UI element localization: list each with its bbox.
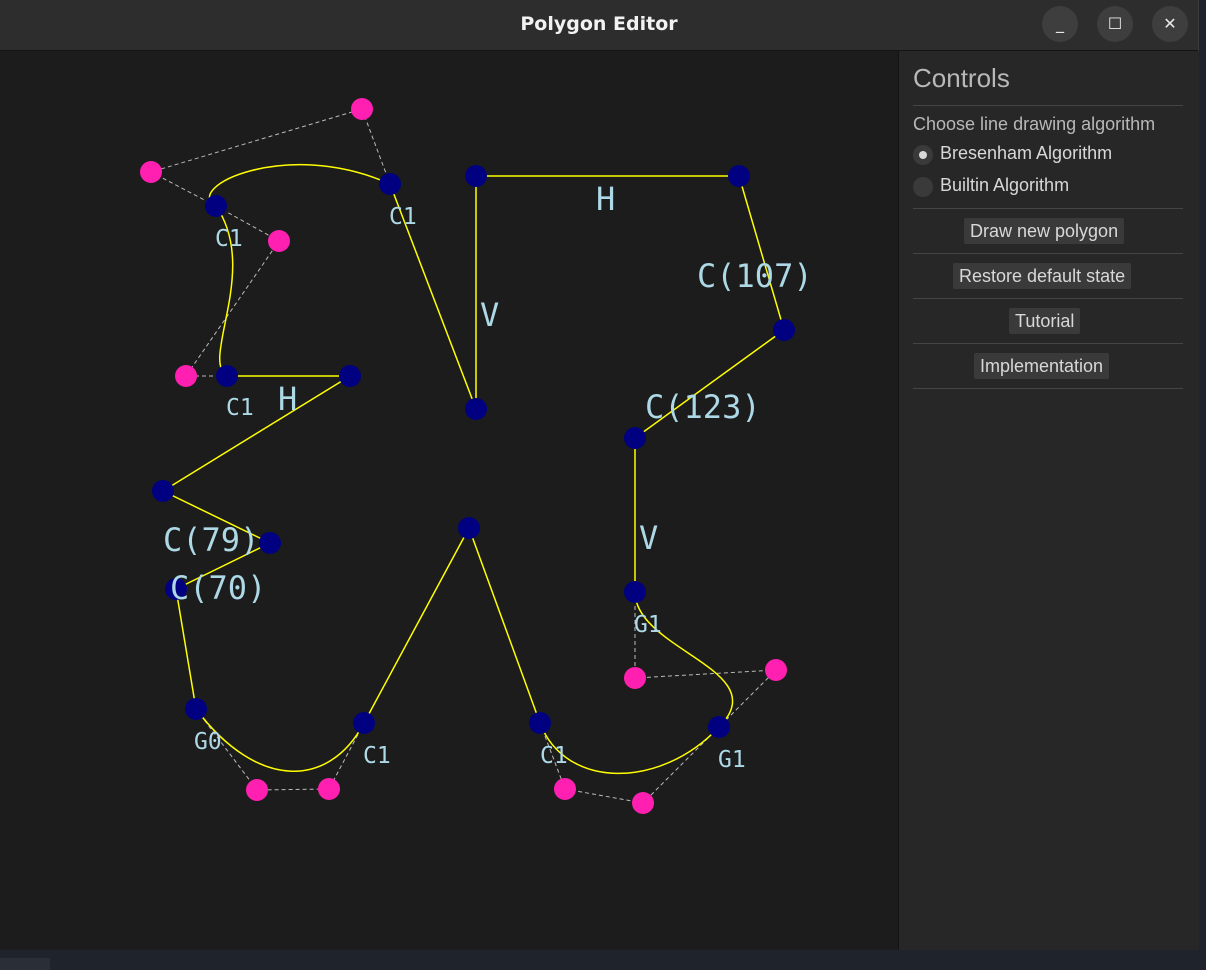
tutorial-button[interactable]: Tutorial [1009,308,1081,334]
edge-label: C1 [363,743,391,769]
window-title: Polygon Editor [520,13,678,35]
control-point[interactable] [318,778,340,800]
control-lines [149,108,778,804]
edge-label: V [639,519,658,557]
polygon-svg[interactable]: C1 C1 H H C1 V C(107) C(123) C(79) C(70)… [0,51,897,950]
divider [913,105,1183,106]
edge-label: C1 [215,226,243,252]
vertex[interactable] [624,581,646,603]
edge-label: C(70) [170,569,266,607]
control-point[interactable] [632,792,654,814]
drawing-canvas[interactable]: C1 C1 H H C1 V C(107) C(123) C(79) C(70)… [0,51,897,950]
edge-label: C(123) [645,388,761,426]
vertex[interactable] [379,173,401,195]
restore-default-button[interactable]: Restore default state [953,263,1132,289]
vertex[interactable] [728,165,750,187]
vertex[interactable] [773,319,795,341]
vertex[interactable] [259,532,281,554]
control-point[interactable] [140,161,162,183]
edge-label: G1 [718,747,746,773]
vertex[interactable] [185,698,207,720]
controls-panel: Controls Choose line drawing algorithm B… [898,51,1199,950]
close-button[interactable]: ✕ [1152,6,1188,42]
vertex[interactable] [216,365,238,387]
edge-labels: C1 C1 H H C1 V C(107) C(123) C(79) C(70)… [163,180,813,773]
edge-label: V [480,296,499,334]
edge-label: H [596,180,615,218]
vertex[interactable] [353,712,375,734]
radio-label-bresenham[interactable]: Bresenham Algorithm [940,143,1112,164]
maximize-button[interactable]: ☐ [1097,6,1133,42]
radio-selected-dot [919,151,927,159]
vertex[interactable] [529,712,551,734]
edge-label: C(107) [697,257,813,295]
control-point[interactable] [765,659,787,681]
vertex[interactable] [465,398,487,420]
polygon-edges [162,163,785,775]
edge [175,588,197,710]
title-bar: Polygon Editor _ ☐ ✕ [0,0,1198,51]
edge-label: G1 [634,612,662,638]
control-point[interactable] [268,230,290,252]
control-point[interactable] [246,779,268,801]
edge-label: C1 [226,395,254,421]
taskbar-fragment [0,958,50,970]
vertex[interactable] [152,480,174,502]
maximize-icon: ☐ [1107,14,1123,33]
edge [738,175,785,331]
vertex[interactable] [465,165,487,187]
app-window: Polygon Editor _ ☐ ✕ C1 C1 H H C1 V C(10… [0,0,1199,950]
vertex[interactable] [339,365,361,387]
control-point[interactable] [175,365,197,387]
control-points[interactable] [140,98,787,814]
vertex[interactable] [624,427,646,449]
control-point[interactable] [554,778,576,800]
vertex[interactable] [205,195,227,217]
edge-label: C(79) [163,521,259,559]
vertex[interactable] [458,517,480,539]
radio-bresenham[interactable] [913,145,933,165]
edge [363,527,470,724]
bezier-edge [208,163,391,207]
radio-builtin[interactable] [913,177,933,197]
control-line [149,108,391,207]
control-point[interactable] [351,98,373,120]
controls-title: Controls [913,63,1010,93]
divider [913,208,1183,209]
radio-label-builtin[interactable]: Builtin Algorithm [940,175,1069,196]
divider [913,388,1183,389]
edge-label: H [278,380,297,418]
edge [468,527,541,724]
minimize-button[interactable]: _ [1042,6,1078,42]
draw-new-polygon-button[interactable]: Draw new polygon [964,218,1125,244]
algorithm-label: Choose line drawing algorithm [913,114,1156,134]
edge-label: C1 [389,204,417,230]
control-point[interactable] [624,667,646,689]
vertices[interactable] [152,165,795,738]
divider [913,298,1183,299]
edge-label: C1 [540,743,568,769]
edge [162,375,351,492]
divider [913,253,1183,254]
implementation-button[interactable]: Implementation [974,353,1110,379]
divider [913,343,1183,344]
edge-label: G0 [194,729,222,755]
vertex[interactable] [708,716,730,738]
close-icon: ✕ [1163,14,1177,33]
minimize-icon: _ [1056,14,1064,33]
